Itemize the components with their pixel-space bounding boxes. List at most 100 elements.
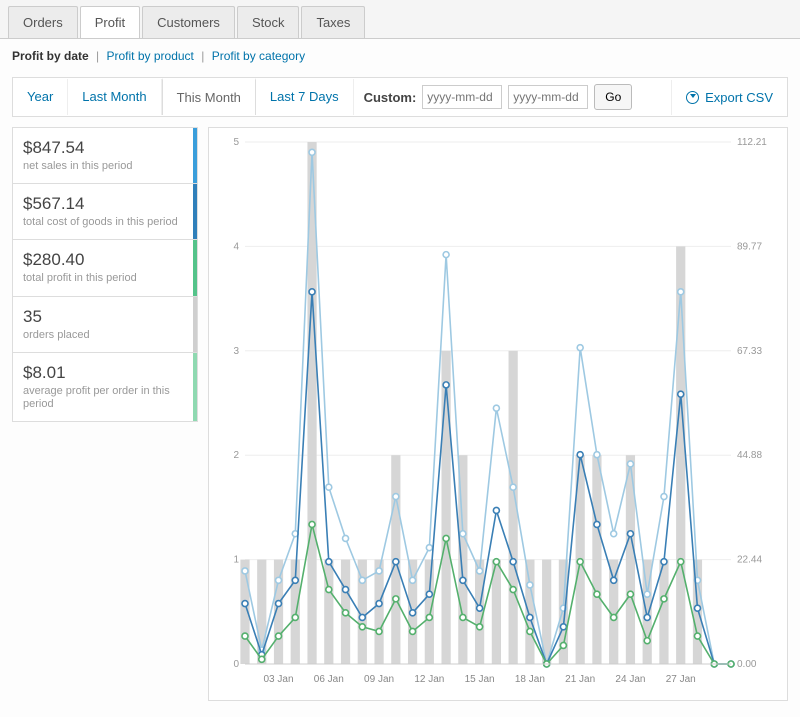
bar <box>425 560 434 664</box>
bar <box>592 455 601 664</box>
data-point <box>276 601 282 607</box>
data-point <box>510 587 516 593</box>
card-value: $280.40 <box>23 250 187 270</box>
svg-text:3: 3 <box>233 346 239 357</box>
series-cost-of-goods <box>245 292 731 664</box>
data-point <box>276 633 282 639</box>
data-point <box>493 559 499 565</box>
svg-text:21 Jan: 21 Jan <box>565 674 595 685</box>
svg-text:15 Jan: 15 Jan <box>465 674 495 685</box>
bar <box>374 560 383 664</box>
data-point <box>594 452 600 458</box>
data-point <box>292 577 298 583</box>
data-point <box>376 568 382 574</box>
data-point <box>627 531 633 537</box>
data-point <box>242 568 248 574</box>
report-tabs: OrdersProfitCustomersStockTaxes <box>0 0 800 39</box>
card-value: 35 <box>23 307 187 327</box>
data-point <box>493 507 499 513</box>
data-point <box>627 591 633 597</box>
tab-orders[interactable]: Orders <box>8 6 78 38</box>
profit-chart: 00.00122.44244.88367.33489.775112.2103 J… <box>217 132 777 692</box>
data-point <box>527 582 533 588</box>
subnav-link-category[interactable]: Profit by category <box>212 49 305 63</box>
bar <box>676 246 685 664</box>
summary-card[interactable]: $280.40total profit in this period <box>12 240 198 296</box>
data-point <box>644 638 650 644</box>
date-to-input[interactable] <box>508 85 588 109</box>
go-button[interactable]: Go <box>594 84 632 110</box>
range-this-month[interactable]: This Month <box>162 78 256 115</box>
data-point <box>343 535 349 541</box>
summary-card[interactable]: $567.14total cost of goods in this perio… <box>12 184 198 240</box>
card-label: average profit per order in this period <box>23 385 187 411</box>
range-year[interactable]: Year <box>13 79 68 115</box>
card-value: $567.14 <box>23 194 187 214</box>
data-point <box>443 382 449 388</box>
data-point <box>393 559 399 565</box>
subnav-current: Profit by date <box>12 49 89 63</box>
data-point <box>393 596 399 602</box>
data-point <box>661 559 667 565</box>
data-point <box>577 452 583 458</box>
data-point <box>594 521 600 527</box>
svg-text:1: 1 <box>233 555 239 566</box>
data-point <box>694 605 700 611</box>
data-point <box>678 289 684 295</box>
data-point <box>410 577 416 583</box>
data-point <box>326 484 332 490</box>
bar <box>441 351 450 664</box>
data-point <box>577 345 583 351</box>
profit-subnav: Profit by date | Profit by product | Pro… <box>0 39 800 73</box>
summary-card[interactable]: $8.01average profit per order in this pe… <box>12 353 198 422</box>
tab-customers[interactable]: Customers <box>142 6 235 38</box>
data-point <box>426 545 432 551</box>
card-stripe <box>193 353 197 421</box>
data-point <box>359 614 365 620</box>
summary-card[interactable]: 35orders placed <box>12 297 198 353</box>
data-point <box>443 252 449 258</box>
data-point <box>443 535 449 541</box>
data-point <box>460 577 466 583</box>
export-csv-button[interactable]: Export CSV <box>671 80 787 115</box>
range-last-7-days[interactable]: Last 7 Days <box>256 79 354 115</box>
data-point <box>309 289 315 295</box>
svg-text:18 Jan: 18 Jan <box>515 674 545 685</box>
data-point <box>477 624 483 630</box>
data-point <box>477 568 483 574</box>
subnav-link-product[interactable]: Profit by product <box>107 49 194 63</box>
svg-text:22.44: 22.44 <box>737 555 762 566</box>
date-from-input[interactable] <box>422 85 502 109</box>
svg-text:89.77: 89.77 <box>737 241 762 252</box>
data-point <box>259 656 265 662</box>
tab-taxes[interactable]: Taxes <box>301 6 365 38</box>
data-point <box>426 591 432 597</box>
svg-text:4: 4 <box>233 241 239 252</box>
summary-card[interactable]: $847.54net sales in this period <box>12 127 198 184</box>
data-point <box>343 587 349 593</box>
card-stripe <box>193 184 197 239</box>
custom-label: Custom: <box>364 90 417 105</box>
data-point <box>393 494 399 500</box>
data-point <box>510 559 516 565</box>
svg-text:06 Jan: 06 Jan <box>314 674 344 685</box>
data-point <box>426 614 432 620</box>
data-point <box>611 577 617 583</box>
data-point <box>343 610 349 616</box>
data-point <box>326 587 332 593</box>
data-point <box>678 559 684 565</box>
svg-text:12 Jan: 12 Jan <box>414 674 444 685</box>
data-point <box>510 484 516 490</box>
range-last-month[interactable]: Last Month <box>68 79 161 115</box>
card-stripe <box>193 240 197 295</box>
tab-stock[interactable]: Stock <box>237 6 300 38</box>
data-point <box>242 601 248 607</box>
svg-text:24 Jan: 24 Jan <box>615 674 645 685</box>
chart-container: 00.00122.44244.88367.33489.775112.2103 J… <box>208 127 788 701</box>
card-value: $8.01 <box>23 363 187 383</box>
data-point <box>627 461 633 467</box>
tab-profit[interactable]: Profit <box>80 6 140 38</box>
download-icon <box>686 91 699 104</box>
data-point <box>611 531 617 537</box>
svg-text:03 Jan: 03 Jan <box>264 674 294 685</box>
